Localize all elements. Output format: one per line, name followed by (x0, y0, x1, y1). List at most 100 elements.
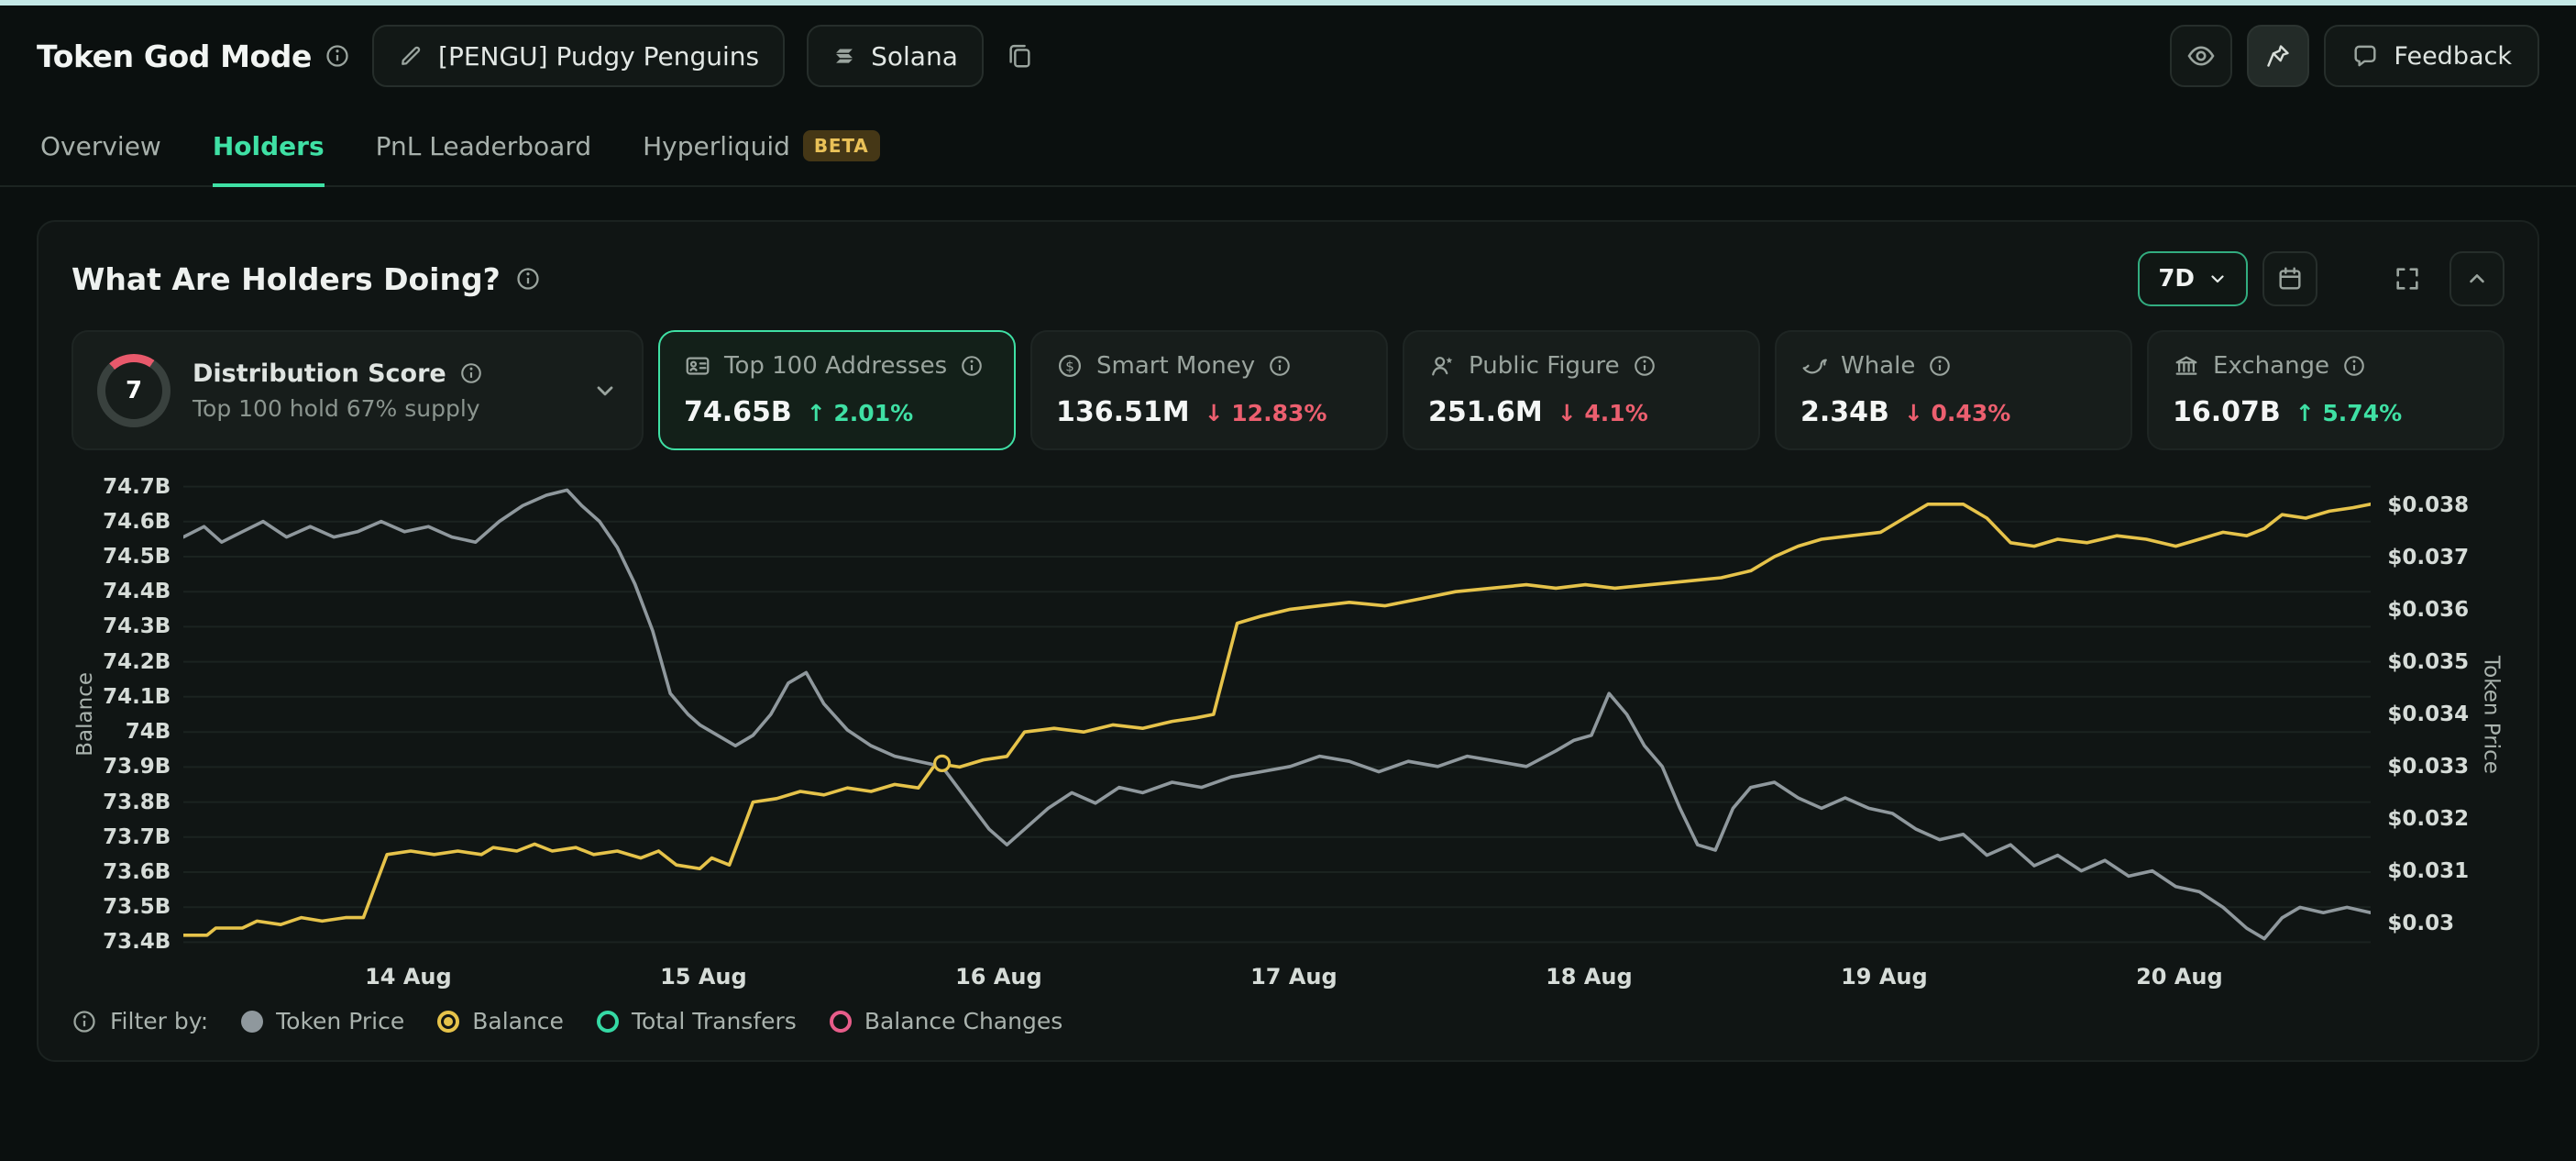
tab-holders[interactable]: Holders (213, 106, 325, 185)
chain-selector-label: Solana (871, 41, 958, 72)
tab-label: Overview (40, 131, 161, 161)
holders-chart[interactable] (183, 480, 2371, 949)
panel-title: What Are Holders Doing? (72, 261, 501, 297)
x-axis-tick: 18 Aug (1546, 964, 1633, 990)
legend-filled-dot (241, 1011, 263, 1033)
stat-card-whale[interactable]: Whale 2.34B ↓ 0.43% (1775, 330, 2132, 450)
info-icon[interactable] (960, 354, 984, 378)
y-left-tick: 74.6B (103, 509, 171, 535)
copy-icon[interactable] (1006, 42, 1033, 70)
feedback-button[interactable]: Feedback (2324, 25, 2539, 87)
fullscreen-button[interactable] (2380, 251, 2435, 306)
y-left-tick: 74.2B (103, 649, 171, 675)
tab-hyperliquid[interactable]: HyperliquidBETA (643, 106, 879, 185)
stat-card-change: ↑ 2.01% (807, 400, 913, 426)
calendar-button[interactable] (2262, 251, 2317, 306)
y-left-tick: 74.1B (103, 684, 171, 710)
y-right-tick: $0.037 (2387, 545, 2469, 570)
bank-icon (2173, 352, 2200, 380)
info-icon[interactable] (1268, 354, 1292, 378)
x-axis-tick: 17 Aug (1250, 964, 1338, 990)
y-left-tick: 74.3B (103, 614, 171, 639)
calendar-icon (2276, 265, 2304, 293)
stat-cards-row: 7 Distribution Score Top 100 hold 67% su… (72, 330, 2504, 450)
timeframe-select[interactable]: 7D (2138, 251, 2248, 306)
stat-card-top-100-addresses[interactable]: Top 100 Addresses74.65B↑ 2.01% (658, 330, 1016, 450)
tab-label: PnL Leaderboard (376, 131, 592, 161)
chevron-up-icon (2465, 267, 2489, 291)
panel-header: What Are Holders Doing? 7D (72, 251, 2504, 306)
info-icon[interactable] (459, 361, 483, 385)
info-icon[interactable] (515, 266, 541, 292)
legend-item-total-transfers[interactable]: Total Transfers (597, 1008, 797, 1034)
stat-card-value: 16.07B (2173, 396, 2281, 428)
whale-icon (1800, 352, 1828, 380)
y-right-tick: $0.035 (2387, 649, 2469, 675)
chat-icon (2351, 42, 2379, 70)
y-right-tick: $0.033 (2387, 754, 2469, 780)
distribution-score-label: Distribution Score (193, 359, 446, 388)
stat-card-value: 251.6M (1428, 396, 1543, 428)
legend-item-balance[interactable]: Balance (437, 1008, 564, 1034)
info-icon[interactable] (72, 1009, 97, 1034)
legend-item-label: Balance (472, 1008, 564, 1034)
pin-icon (2264, 42, 2292, 70)
tab-pnl-leaderboard[interactable]: PnL Leaderboard (376, 106, 592, 185)
token-selector[interactable]: [PENGU] Pudgy Penguins (372, 25, 785, 87)
pin-button[interactable] (2247, 25, 2309, 87)
stat-card-smart-money[interactable]: $Smart Money136.51M↓ 12.83% (1030, 330, 1388, 450)
info-icon[interactable] (2342, 354, 2366, 378)
info-icon[interactable] (1928, 354, 1952, 378)
distribution-score-subtitle: Top 100 hold 67% supply (193, 395, 570, 422)
legend-item-label: Token Price (276, 1008, 404, 1034)
stat-card-value: 2.34B (1800, 396, 1889, 428)
beta-badge: BETA (803, 130, 880, 161)
stat-card-label: Smart Money (1096, 352, 1255, 380)
stat-card-label: Whale (1841, 352, 1915, 380)
app-title: Token God Mode (37, 39, 350, 74)
header-actions: Feedback (2170, 25, 2539, 87)
legend-item-token-price[interactable]: Token Price (241, 1008, 404, 1034)
eye-icon (2186, 41, 2216, 71)
collapse-button[interactable] (2449, 251, 2504, 306)
holders-panel: What Are Holders Doing? 7D (37, 220, 2539, 1062)
y-axis-label-left: Balance (72, 480, 98, 949)
stat-card-change: ↑ 5.74% (2295, 400, 2402, 426)
legend-item-balance-changes[interactable]: Balance Changes (830, 1008, 1062, 1034)
y-right-tick: $0.031 (2387, 858, 2469, 884)
stat-card-distribution-score[interactable]: 7 Distribution Score Top 100 hold 67% su… (72, 330, 644, 450)
y-left-tick: 74.5B (103, 544, 171, 569)
y-axis-label-right: Token Price (2478, 480, 2504, 949)
id-card-icon (684, 352, 711, 380)
x-axis-tick: 14 Aug (365, 964, 452, 990)
header: Token God Mode [PENGU] Pudgy Penguins So… (0, 6, 2576, 106)
stat-card-exchange[interactable]: Exchange 16.07B ↑ 5.74% (2147, 330, 2504, 450)
y-right-tick: $0.034 (2387, 702, 2469, 727)
stat-card-change: ↓ 0.43% (1904, 400, 2010, 426)
chevron-down-icon (2207, 269, 2228, 289)
chain-selector[interactable]: Solana (807, 25, 984, 87)
stat-card-label: Exchange (2213, 352, 2329, 380)
legend-ring-dot (597, 1011, 619, 1033)
watch-button[interactable] (2170, 25, 2232, 87)
chevron-down-icon[interactable] (592, 378, 618, 404)
legend-ring-dot (830, 1011, 852, 1033)
timeframe-value: 7D (2158, 265, 2195, 293)
pencil-icon (398, 43, 424, 69)
distribution-score-gauge: 7 (97, 354, 171, 427)
stat-card-value: 136.51M (1056, 396, 1190, 428)
y-axis-ticks-left: 74.7B74.6B74.5B74.4B74.3B74.2B74.1B74B73… (98, 480, 183, 949)
tab-overview[interactable]: Overview (40, 106, 161, 185)
info-icon[interactable] (1633, 354, 1657, 378)
y-left-tick: 74B (126, 719, 171, 745)
stat-card-label: Top 100 Addresses (724, 352, 947, 380)
panel-controls: 7D (2138, 251, 2504, 306)
stat-card-public-figure[interactable]: Public Figure251.6M↓ 4.1% (1403, 330, 1760, 450)
y-left-tick: 74.4B (103, 579, 171, 604)
info-icon[interactable] (325, 43, 350, 69)
coin-icon: $ (1056, 352, 1084, 380)
feedback-label: Feedback (2394, 42, 2512, 71)
solana-icon (832, 44, 856, 68)
legend-item-label: Total Transfers (632, 1008, 797, 1034)
page-title: Token God Mode (37, 39, 312, 74)
